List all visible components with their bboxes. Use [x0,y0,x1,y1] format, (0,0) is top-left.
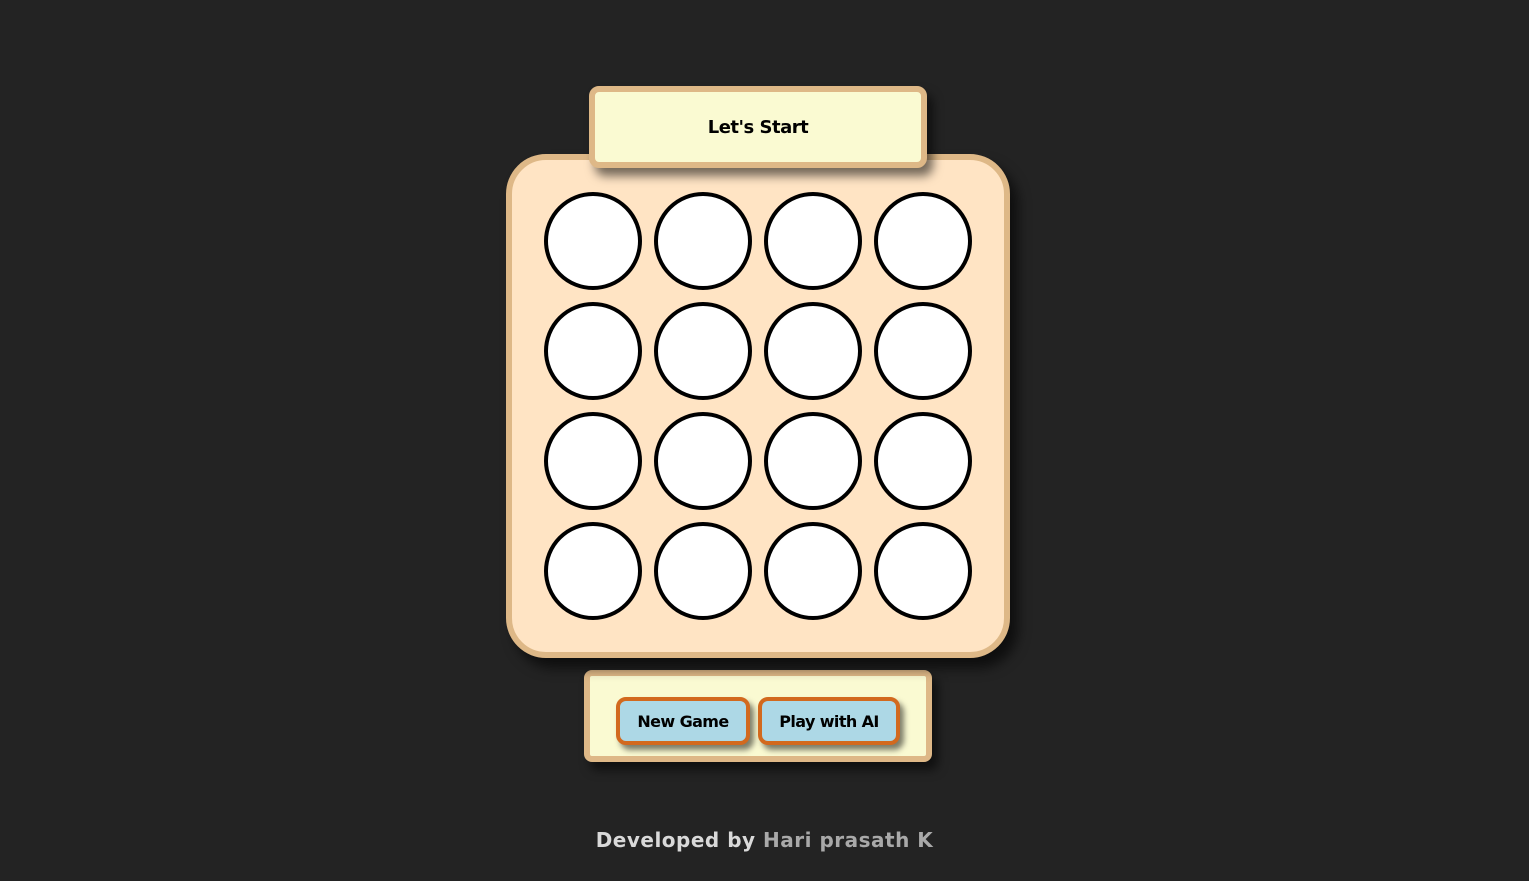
status-panel: Let's Start [589,86,927,168]
footer-prefix: Developed by [595,828,756,852]
board-cell[interactable] [874,522,972,620]
footer-author: Hari prasath K [763,828,934,852]
board-cell[interactable] [764,302,862,400]
board-cell[interactable] [764,412,862,510]
controls-panel: New Game Play with AI [584,670,932,762]
board-cell[interactable] [654,412,752,510]
board-cell[interactable] [874,192,972,290]
board-cell[interactable] [544,192,642,290]
board-cell[interactable] [544,522,642,620]
board-cell[interactable] [654,192,752,290]
board-cell[interactable] [544,412,642,510]
board-cell[interactable] [764,192,862,290]
footer-credit: Developed by Hari prasath K [0,828,1529,852]
board-cell[interactable] [654,302,752,400]
board-cell[interactable] [874,412,972,510]
board-cell[interactable] [764,522,862,620]
status-message: Let's Start [707,116,809,138]
board-grid [544,192,972,620]
game-board [506,154,1010,658]
board-cell[interactable] [874,302,972,400]
board-cell[interactable] [654,522,752,620]
board-cell[interactable] [544,302,642,400]
play-with-ai-button[interactable]: Play with AI [758,697,900,745]
new-game-button[interactable]: New Game [616,697,750,745]
